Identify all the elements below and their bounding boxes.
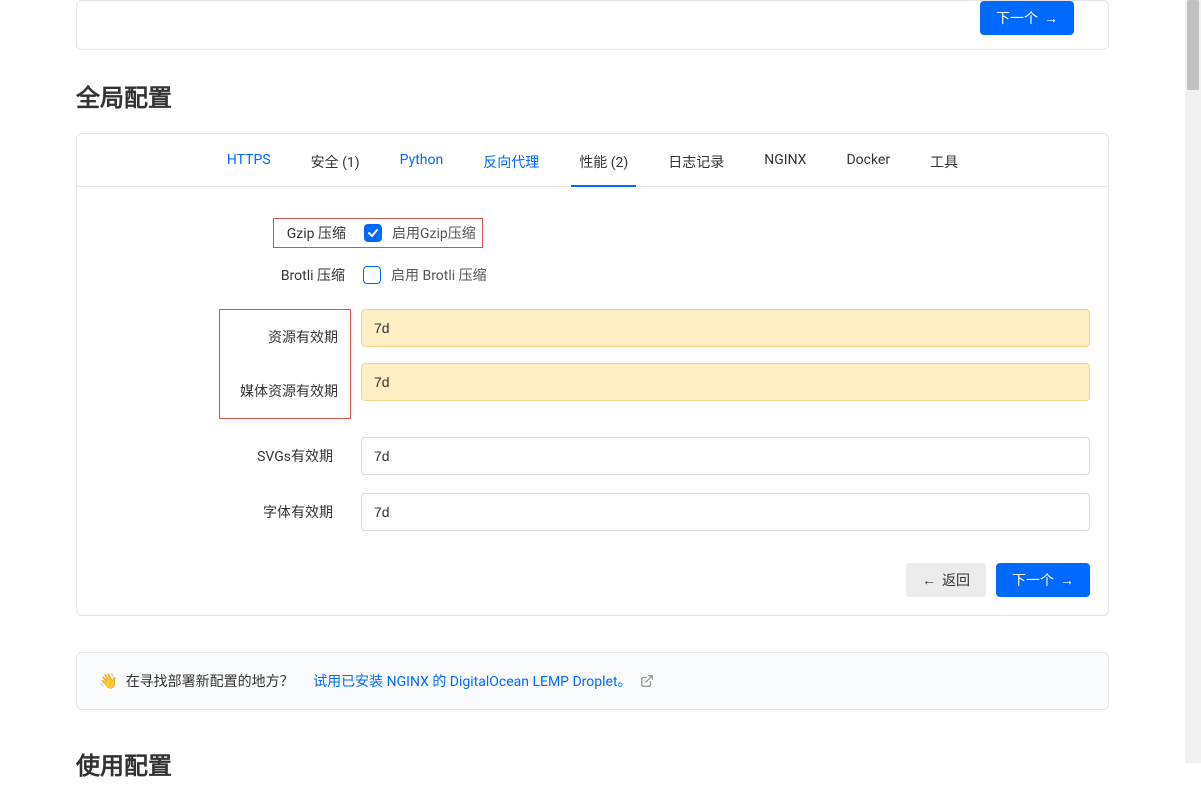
next-button-top[interactable]: 下一个 → — [980, 1, 1074, 35]
row-svgs-expires: SVGs有效期 — [95, 437, 1090, 475]
arrow-right-icon: → — [1044, 10, 1058, 26]
label-svgs-expires: SVGs有效期 — [95, 446, 351, 466]
checkbox-brotli[interactable] — [363, 266, 381, 284]
tab-https[interactable]: HTTPS — [207, 134, 291, 186]
global-config-panel: HTTPS 安全 (1) Python 反向代理 性能 (2) 日志记录 NGI… — [76, 133, 1109, 616]
tab-nginx[interactable]: NGINX — [744, 134, 826, 186]
input-media-expires[interactable] — [361, 363, 1090, 401]
section-title-usage: 使用配置 — [76, 746, 1185, 781]
tab-docker[interactable]: Docker — [826, 134, 910, 186]
tab-logging[interactable]: 日志记录 — [648, 134, 744, 186]
next-button-label: 下一个 — [1012, 570, 1054, 590]
back-button[interactable]: ← 返回 — [906, 563, 986, 597]
input-assets-expires[interactable] — [361, 309, 1090, 347]
promo-panel: 👋 在寻找部署新配置的地方？ 试用已安装 NGINX 的 DigitalOcea… — [76, 652, 1109, 710]
row-gzip: Gzip 压缩 启用Gzip压缩 — [95, 215, 1090, 251]
label-enable-gzip: 启用Gzip压缩 — [392, 223, 476, 243]
next-button[interactable]: 下一个 → — [996, 563, 1090, 597]
checkbox-gzip[interactable] — [364, 224, 382, 242]
tab-tools[interactable]: 工具 — [910, 134, 978, 186]
scrollbar-vertical[interactable] — [1185, 0, 1201, 763]
input-svgs-expires[interactable] — [361, 437, 1090, 475]
label-brotli: Brotli 压缩 — [95, 265, 363, 285]
check-icon — [367, 227, 379, 239]
gzip-highlight-box: Gzip 压缩 启用Gzip压缩 — [273, 218, 483, 248]
next-button-label: 下一个 — [996, 8, 1038, 28]
section-title-global: 全局配置 — [76, 78, 1185, 113]
label-assets-expires: 资源有效期 — [220, 310, 350, 364]
back-button-label: 返回 — [942, 570, 970, 590]
promo-link[interactable]: 试用已安装 NGINX 的 DigitalOcean LEMP Droplet。 — [313, 671, 631, 691]
expires-highlight-box: 资源有效期 媒体资源有效期 — [219, 309, 351, 419]
label-enable-brotli: 启用 Brotli 压缩 — [391, 265, 487, 285]
arrow-right-icon: → — [1060, 572, 1074, 588]
tab-reverse-proxy[interactable]: 反向代理 — [463, 134, 559, 186]
tab-security[interactable]: 安全 (1) — [291, 134, 380, 186]
label-fonts-expires: 字体有效期 — [95, 502, 351, 522]
prev-panel-footer: 下一个 → — [76, 0, 1109, 50]
arrow-left-icon: ← — [922, 572, 936, 588]
row-fonts-expires: 字体有效期 — [95, 493, 1090, 531]
input-fonts-expires[interactable] — [361, 493, 1090, 531]
row-brotli: Brotli 压缩 启用 Brotli 压缩 — [95, 257, 1090, 293]
tab-performance[interactable]: 性能 (2) — [559, 134, 648, 186]
label-gzip: Gzip 压缩 — [274, 223, 364, 243]
label-media-expires: 媒体资源有效期 — [220, 364, 350, 418]
tab-python[interactable]: Python — [380, 134, 464, 186]
wave-icon: 👋 — [99, 672, 118, 690]
tabs: HTTPS 安全 (1) Python 反向代理 性能 (2) 日志记录 NGI… — [77, 134, 1108, 187]
scrollbar-thumb[interactable] — [1187, 0, 1199, 90]
promo-intro: 在寻找部署新配置的地方？ — [126, 671, 294, 691]
external-link-icon — [640, 674, 654, 688]
